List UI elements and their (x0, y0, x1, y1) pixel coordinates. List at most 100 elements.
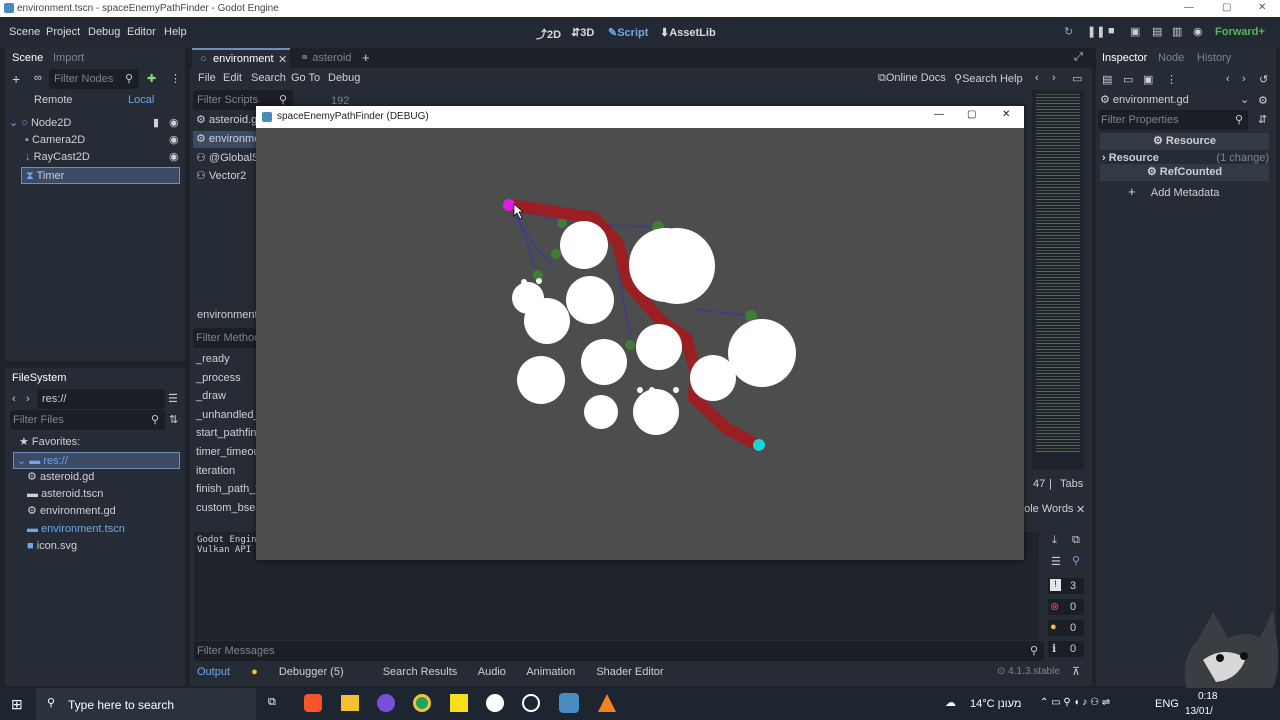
maximize-icon[interactable]: ▢ (967, 109, 976, 120)
tab-filesystem[interactable]: FileSystem (12, 372, 66, 384)
tab-environment[interactable]: ○ environment ✕ (192, 48, 290, 68)
workspace-3d[interactable]: ⇵3D (571, 26, 594, 39)
menu-project[interactable]: Project (46, 26, 80, 38)
object-selector[interactable]: ⚙ environment.gd ⌄ (1100, 93, 1250, 109)
method-item[interactable]: timer_timeou (196, 444, 260, 461)
remote-toggle[interactable]: Remote (34, 94, 73, 106)
stop-icon[interactable]: ■ (1108, 25, 1115, 37)
windows-start-icon[interactable]: ⊞ (11, 696, 23, 713)
script-menu-edit[interactable]: Edit (223, 72, 242, 84)
workspace-script[interactable]: ✎Script (608, 26, 648, 39)
search-help-button[interactable]: ⚲Search Help (954, 72, 1023, 85)
object-history-icon[interactable]: ↺ (1259, 73, 1268, 86)
tree-node-node2d[interactable]: ⌄ ○ Node2D ▮ ◉ (9, 115, 181, 132)
method-item[interactable]: start_pathfin (196, 425, 257, 442)
script-list-item-selected[interactable]: ⚙ environme (193, 131, 263, 148)
settings-icon[interactable]: ⚙ (1258, 94, 1268, 107)
godot-taskbar-icon[interactable] (559, 693, 579, 713)
back-icon[interactable]: ‹ (12, 393, 16, 405)
script-menu-debug[interactable]: Debug (328, 72, 360, 84)
log-count-warnings[interactable]: ● 0 (1048, 620, 1084, 636)
menu-editor[interactable]: Editor (127, 26, 156, 38)
minimize-icon[interactable]: — (934, 109, 944, 120)
tab-debugger[interactable]: ● Debugger (5) (251, 666, 362, 678)
folder-res[interactable]: ⌄ ▬ res:// (13, 452, 180, 469)
filter-messages-input[interactable]: Filter Messages ⚲ (194, 641, 1044, 661)
play-custom-icon[interactable]: ▥ (1172, 25, 1182, 38)
layout-icon[interactable]: ☰ (168, 392, 178, 405)
log-count-messages[interactable]: ! 3 (1048, 578, 1084, 594)
tab-node[interactable]: Node (1158, 52, 1184, 64)
script-list-item[interactable]: ⚇ Vector2 (196, 168, 246, 185)
more-icon[interactable]: ⋮ (170, 72, 181, 85)
script-list-item[interactable]: ⚙ asteroid.g (196, 112, 257, 129)
tab-search-results[interactable]: Search Results (383, 666, 458, 678)
file-environment-gd[interactable]: ⚙ environment.gd (27, 503, 116, 520)
tree-node-timer[interactable]: ⧗ Timer (21, 167, 180, 184)
code-minimap[interactable] (1032, 90, 1084, 470)
remote-debug-icon[interactable]: ▣ (1130, 25, 1140, 38)
workspace-assetlib[interactable]: ⬇AssetLib (660, 26, 716, 39)
visibility-icon[interactable]: ◉ (169, 115, 179, 132)
script-menu-search[interactable]: Search (251, 72, 286, 84)
script-menu-goto[interactable]: Go To (291, 72, 320, 84)
close-search-icon[interactable]: ✕ (1076, 503, 1085, 516)
obs-icon[interactable] (522, 694, 540, 712)
method-item[interactable]: _draw (196, 388, 226, 405)
close-icon[interactable]: ✕ (1258, 2, 1266, 13)
sort-icon[interactable]: ⇅ (169, 413, 178, 426)
menu-scene[interactable]: Scene (9, 26, 40, 38)
favorites-item[interactable]: ★ Favorites: (19, 434, 80, 451)
visibility-icon[interactable]: ◉ (169, 149, 179, 166)
path-field[interactable]: res:// (37, 389, 165, 409)
method-item[interactable]: iteration (196, 463, 235, 480)
whole-words-toggle[interactable]: hole Words (1018, 503, 1073, 515)
visibility-icon[interactable]: ◉ (169, 132, 179, 149)
file-icon-svg[interactable]: ■ icon.svg (27, 538, 77, 555)
language-indicator[interactable]: ENG (1155, 698, 1179, 710)
tree-node-camera2d[interactable]: ▪ Camera2D ◉ (25, 132, 181, 149)
app-icon[interactable] (486, 694, 504, 712)
tab-scene[interactable]: Scene (12, 52, 43, 64)
minimize-icon[interactable]: — (1184, 2, 1194, 13)
weather-icon[interactable]: ☁ (945, 696, 956, 709)
forward-icon[interactable]: › (26, 393, 30, 405)
system-tray-icons[interactable]: ⌃ ▭ ⚲ ◖ ♪ ⚇ ⇌ (1040, 697, 1110, 708)
method-item[interactable]: _process (196, 370, 241, 387)
clear-output-icon[interactable]: ⤓ (1052, 534, 1057, 547)
online-docs-link[interactable]: ⧉Online Docs (878, 72, 946, 85)
reload-icon[interactable]: ↻ (1064, 25, 1073, 38)
copy-icon[interactable]: ⧉ (1072, 534, 1080, 547)
game-viewport[interactable] (256, 128, 1024, 560)
method-item[interactable]: finish_path_fi (196, 481, 261, 498)
file-asteroid-gd[interactable]: ⚙ asteroid.gd (27, 469, 94, 486)
distraction-free-icon[interactable]: ⤢ (1074, 51, 1083, 64)
save-icon[interactable]: ▣ (1143, 73, 1153, 86)
workspace-2d[interactable]: ⤴2D (536, 26, 561, 42)
tab-output[interactable]: Output (197, 666, 230, 678)
tab-shader-editor[interactable]: Shader Editor (596, 666, 663, 678)
filter-lines-icon[interactable]: ☰ (1051, 555, 1061, 568)
close-tab-icon[interactable]: ✕ (278, 53, 287, 66)
tab-asteroid[interactable]: ⚭ asteroid (300, 51, 351, 64)
brave-browser-icon[interactable] (304, 694, 322, 712)
local-toggle[interactable]: Local (128, 94, 154, 106)
tree-node-raycast2d[interactable]: ↓ RayCast2D ◉ (25, 149, 181, 166)
maximize-icon[interactable]: ▢ (1222, 2, 1231, 13)
renderer-select[interactable]: Forward+ (1215, 26, 1265, 38)
add-node-icon[interactable]: + (12, 71, 20, 87)
sticky-notes-icon[interactable] (450, 694, 468, 712)
filter-nodes-input[interactable]: Filter Nodes ⚲ (49, 69, 139, 89)
chrome-icon[interactable] (413, 694, 431, 712)
prev-script-icon[interactable]: ‹ (1035, 72, 1039, 84)
attach-script-icon[interactable]: ✚ (147, 72, 156, 85)
app-icon[interactable] (377, 694, 395, 712)
new-resource-icon[interactable]: ▤ (1102, 73, 1112, 86)
toggle-panel-icon[interactable]: ▭ (1072, 72, 1082, 85)
tab-inspector[interactable]: Inspector (1102, 52, 1147, 64)
script-icon[interactable]: ▮ (153, 115, 159, 132)
history-back-icon[interactable]: ‹ (1226, 73, 1230, 85)
clock-time[interactable]: 0:18 (1198, 691, 1217, 702)
method-item[interactable]: _unhandled_i (196, 407, 262, 424)
log-count-info[interactable]: ℹ0 (1048, 641, 1084, 657)
